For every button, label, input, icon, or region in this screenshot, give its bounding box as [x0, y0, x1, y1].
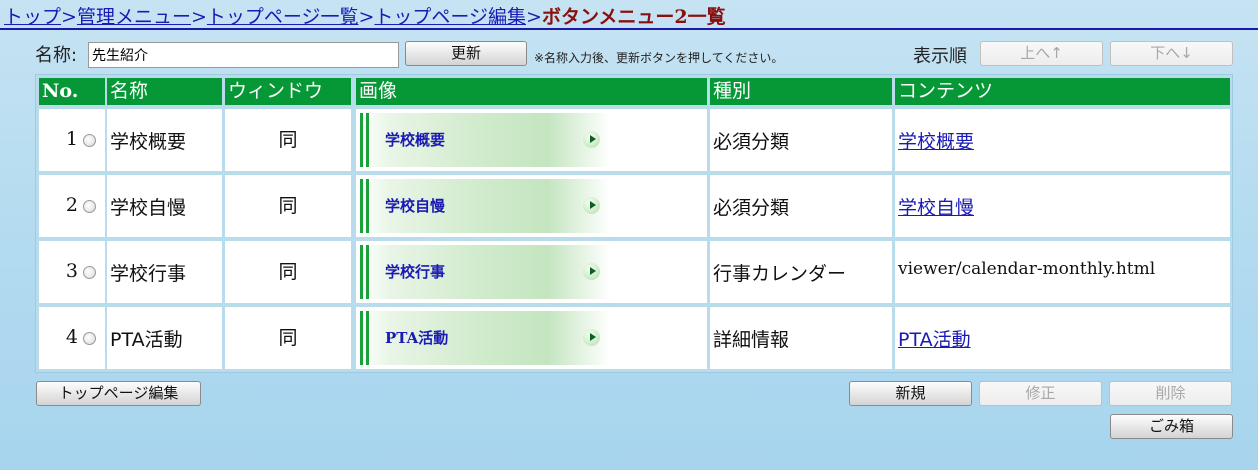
row-no-cell: 4 [39, 307, 105, 369]
breadcrumb-separator: > [526, 6, 542, 28]
button-menu-table: No. 名称 ウィンドウ 画像 種別 コンテンツ 1 学校概要 同 学校概要 必… [35, 74, 1233, 373]
row-window-cell: 同 [225, 241, 351, 303]
top-page-edit-button[interactable]: トップページ編集 [36, 381, 201, 406]
modify-button[interactable]: 修正 [979, 381, 1102, 406]
row-select-radio[interactable] [83, 200, 96, 213]
row-name-cell: PTA活動 [107, 307, 222, 369]
row-content-cell: 学校自慢 [895, 175, 1230, 237]
menu-button-image-label: 学校行事 [385, 263, 446, 281]
row-image-cell: 学校行事 [356, 241, 707, 303]
row-content-link[interactable]: 学校自慢 [898, 197, 974, 219]
row-type-cell: 必須分類 [710, 109, 892, 171]
row-no-cell: 2 [39, 175, 105, 237]
row-type: 必須分類 [713, 197, 790, 219]
row-content-link[interactable]: 学校概要 [898, 131, 974, 153]
breadcrumb-link-top-page-edit[interactable]: トップページ編集 [374, 6, 526, 28]
breadcrumb-link-top[interactable]: トップ [4, 6, 61, 28]
breadcrumb-link-admin-menu[interactable]: 管理メニュー [77, 6, 191, 28]
row-window-cell: 同 [225, 109, 351, 171]
breadcrumb-separator: > [358, 6, 375, 28]
row-content-text: viewer/calendar-monthly.html [898, 259, 1156, 279]
row-content-cell: viewer/calendar-monthly.html [895, 241, 1230, 303]
menu-button-image: PTA活動 [360, 311, 610, 365]
row-type: 行事カレンダー [713, 263, 847, 285]
row-content-link[interactable]: PTA活動 [898, 329, 971, 351]
row-no-cell: 3 [39, 241, 105, 303]
update-note: ※名称入力後、更新ボタンを押してください。 [534, 51, 784, 65]
row-select-radio[interactable] [83, 134, 96, 147]
row-image-cell: 学校概要 [356, 109, 707, 171]
row-image-cell: PTA活動 [356, 307, 707, 369]
row-content-cell: PTA活動 [895, 307, 1230, 369]
new-button[interactable]: 新規 [849, 381, 972, 406]
row-no-cell: 1 [39, 109, 105, 171]
row-name: 学校概要 [110, 131, 187, 153]
column-header-name: 名称 [107, 78, 222, 105]
menu-button-image: 学校行事 [360, 245, 610, 299]
row-window: 同 [278, 129, 298, 151]
move-up-button[interactable]: 上へ↑ [980, 41, 1103, 66]
row-type: 必須分類 [713, 131, 790, 153]
row-number: 3 [65, 260, 78, 282]
move-down-button[interactable]: 下へ↓ [1110, 41, 1233, 66]
row-type-cell: 行事カレンダー [710, 241, 892, 303]
breadcrumb-current: ボタンメニュー2一覧 [541, 6, 726, 28]
row-number: 1 [65, 128, 78, 150]
play-arrow-icon [583, 197, 600, 214]
name-input[interactable] [88, 42, 399, 68]
update-button[interactable]: 更新 [405, 41, 527, 66]
row-type-cell: 必須分類 [710, 175, 892, 237]
menu-button-image-label: 学校概要 [385, 131, 446, 149]
play-arrow-icon [583, 131, 600, 148]
breadcrumb: トップ>管理メニュー>トップページ一覧>トップページ編集>ボタンメニュー2一覧 [0, 0, 1258, 30]
row-name: 学校行事 [110, 263, 187, 285]
trash-button[interactable]: ごみ箱 [1110, 414, 1233, 439]
row-content-cell: 学校概要 [895, 109, 1230, 171]
row-window-cell: 同 [225, 175, 351, 237]
row-window: 同 [278, 327, 298, 349]
row-name-cell: 学校行事 [107, 241, 222, 303]
breadcrumb-separator: > [61, 6, 77, 28]
name-label: 名称: [35, 45, 78, 66]
row-window-cell: 同 [225, 307, 351, 369]
column-header-no: No. [39, 78, 105, 105]
row-select-radio[interactable] [83, 266, 96, 279]
menu-button-image-label: PTA活動 [385, 329, 449, 347]
delete-button[interactable]: 削除 [1109, 381, 1232, 406]
row-type: 詳細情報 [713, 329, 790, 351]
menu-button-image: 学校概要 [360, 113, 610, 167]
column-header-type: 種別 [710, 78, 892, 105]
play-arrow-icon [583, 329, 600, 346]
display-order-label: 表示順 [913, 46, 967, 67]
breadcrumb-separator: > [190, 6, 207, 28]
column-header-image: 画像 [356, 78, 707, 105]
menu-button-image-label: 学校自慢 [385, 197, 446, 215]
row-type-cell: 詳細情報 [710, 307, 892, 369]
row-name: 学校自慢 [110, 197, 187, 219]
menu-button-image: 学校自慢 [360, 179, 610, 233]
row-name: PTA活動 [110, 329, 183, 351]
column-header-content: コンテンツ [895, 78, 1230, 105]
row-number: 2 [65, 194, 78, 216]
row-image-cell: 学校自慢 [356, 175, 707, 237]
row-name-cell: 学校概要 [107, 109, 222, 171]
column-header-window: ウィンドウ [225, 78, 351, 105]
row-name-cell: 学校自慢 [107, 175, 222, 237]
play-arrow-icon [583, 263, 600, 280]
row-window: 同 [278, 261, 298, 283]
row-select-radio[interactable] [83, 332, 96, 345]
breadcrumb-link-top-page-list[interactable]: トップページ一覧 [207, 6, 359, 28]
row-number: 4 [65, 326, 78, 348]
row-window: 同 [278, 195, 298, 217]
